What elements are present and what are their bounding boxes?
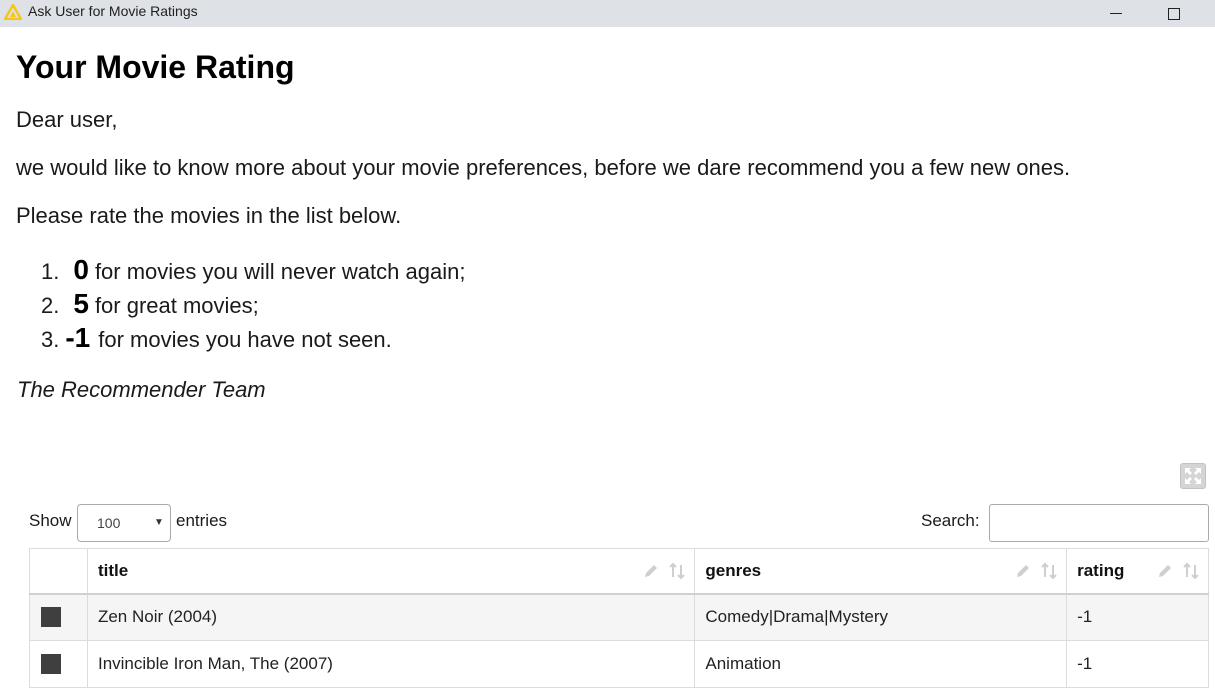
fullscreen-expand-icon: [1185, 468, 1201, 484]
list-number: 1.: [41, 259, 60, 284]
rating-cell[interactable]: -1: [1066, 593, 1209, 641]
genres-cell: Comedy|Drama|Mystery: [694, 593, 1068, 641]
column-header-label: title: [97, 560, 129, 580]
rating-value: -1: [65, 322, 91, 353]
rating-value: 0: [73, 254, 89, 285]
column-header-genres[interactable]: genres: [694, 548, 1068, 595]
row-select-cell[interactable]: [29, 593, 88, 641]
genres-cell: Animation: [694, 640, 1068, 688]
pencil-icon[interactable]: [1014, 562, 1032, 580]
window-title: Ask User for Movie Ratings: [28, 3, 198, 19]
rating-rule-item: 3. -1 for movies you have not seen.: [41, 323, 392, 355]
sort-arrows-icon[interactable]: [668, 562, 686, 580]
sort-arrows-icon[interactable]: [1040, 562, 1058, 580]
rating-rule-text: for movies you have not seen.: [98, 327, 392, 352]
rating-rule-item: 2. 5 for great movies;: [41, 289, 259, 321]
entries-value: 100: [97, 515, 121, 531]
table-header-row: title genres rating: [29, 548, 1209, 595]
maximize-button[interactable]: [1151, 0, 1197, 27]
instruction-text: Please rate the movies in the list below…: [16, 203, 402, 228]
column-header-rating[interactable]: rating: [1066, 548, 1209, 595]
ratings-table: title genres rating Zen Noir (2004) Come…: [29, 548, 1209, 688]
title-cell: Zen Noir (2004): [86, 593, 696, 641]
column-header-label: rating: [1077, 560, 1125, 580]
greeting-text: Dear user,: [16, 107, 118, 132]
title-cell: Invincible Iron Man, The (2007): [86, 640, 696, 688]
rating-rule-text: for movies you will never watch again;: [94, 259, 466, 284]
list-number: 3.: [41, 327, 60, 352]
signature-text: The Recommender Team: [17, 377, 266, 402]
rating-cell[interactable]: -1: [1066, 640, 1209, 688]
entries-label: entries: [176, 511, 228, 530]
row-checkbox[interactable]: [41, 654, 61, 674]
table-row[interactable]: Zen Noir (2004) Comedy|Drama|Mystery -1: [29, 593, 1209, 641]
show-label: Show: [29, 511, 72, 530]
row-checkbox[interactable]: [41, 607, 61, 628]
select-column-header[interactable]: [29, 548, 88, 595]
pencil-icon[interactable]: [1156, 562, 1174, 580]
pencil-icon[interactable]: [642, 562, 660, 580]
column-header-title[interactable]: title: [86, 548, 696, 595]
rating-rule-item: 1. 0 for movies you will never watch again…: [41, 255, 465, 287]
list-number: 2.: [41, 293, 60, 318]
entries-select[interactable]: 100 ▼: [77, 504, 171, 542]
knime-triangle-icon: [4, 4, 22, 20]
caret-down-icon: ▼: [154, 517, 164, 528]
minimize-icon: [1110, 13, 1122, 14]
maximize-icon: [1168, 7, 1180, 20]
rating-rule-text: for great movies;: [94, 293, 259, 318]
fullscreen-button[interactable]: [1180, 463, 1206, 489]
table-row[interactable]: Invincible Iron Man, The (2007) Animatio…: [29, 640, 1209, 688]
intro-text: we would like to know more about your mo…: [16, 155, 1071, 180]
rating-value: 5: [73, 288, 89, 319]
row-select-cell[interactable]: [29, 640, 88, 688]
page-title: Your Movie Rating: [16, 49, 295, 85]
search-label: Search:: [921, 511, 980, 530]
column-header-label: genres: [705, 560, 762, 580]
title-bar: Ask User for Movie Ratings: [0, 0, 1215, 27]
minimize-button[interactable]: [1093, 0, 1139, 27]
search-input[interactable]: [989, 504, 1209, 542]
sort-arrows-icon[interactable]: [1182, 562, 1200, 580]
